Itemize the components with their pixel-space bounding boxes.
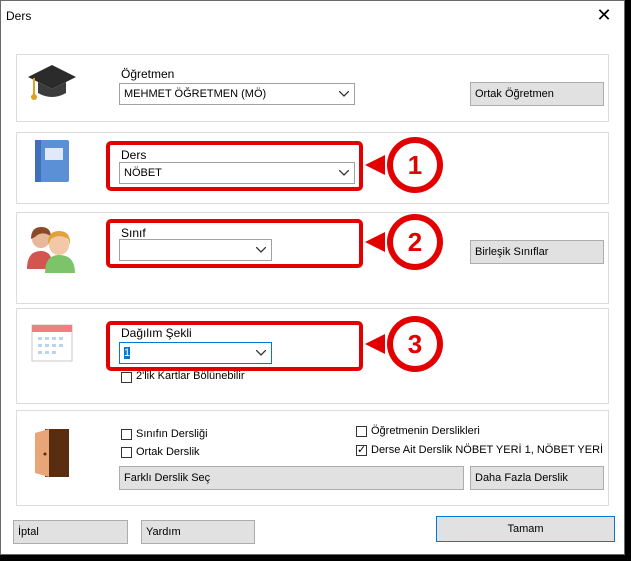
split-cards-checkbox[interactable] [121, 372, 132, 383]
shared-room-checkbox[interactable] [121, 447, 132, 458]
teacher-select-value: MEHMET ÖĞRETMEN (MÖ) [124, 88, 267, 100]
rooms-panel [16, 410, 609, 506]
course-rooms-checkbox[interactable] [356, 443, 367, 456]
choose-other-room-button[interactable]: Farklı Derslik Seç [119, 466, 464, 490]
callout-number-2: 2 [408, 227, 422, 257]
highlight-box-1 [106, 141, 363, 191]
ok-button[interactable]: Tamam [436, 516, 615, 542]
shared-teacher-button[interactable]: Ortak Öğretmen [470, 82, 604, 106]
more-rooms-button[interactable]: Daha Fazla Derslik [470, 466, 604, 490]
class-room-label: Sınıfın Dersliği [136, 428, 208, 440]
help-button[interactable]: Yardım [141, 520, 255, 544]
students-icon [27, 227, 75, 273]
teacher-rooms-checkbox[interactable] [356, 426, 367, 437]
callout-marker-1: 1 [365, 137, 443, 193]
chevron-down-icon [339, 91, 349, 97]
combined-classes-button[interactable]: Birleşik Sınıflar [470, 240, 604, 264]
book-icon [35, 140, 69, 182]
course-rooms-label: Derse Ait Derslik NÖBET YERİ 1, NÖBET YE… [371, 444, 604, 456]
window-title: Ders [6, 9, 32, 23]
shared-room-label: Ortak Derslik [136, 446, 200, 458]
callout-number-3: 3 [408, 329, 422, 359]
calendar-icon [31, 324, 73, 362]
split-cards-label: 2'lik Kartlar Bölünebilir [136, 370, 245, 382]
cancel-button[interactable]: İptal [13, 520, 128, 544]
teacher-select[interactable]: MEHMET ÖĞRETMEN (MÖ) [119, 83, 355, 105]
callout-marker-3: 3 [365, 316, 443, 372]
highlight-box-3 [106, 321, 363, 371]
title-bar: Ders ✕ [1, 1, 624, 31]
graduation-cap-icon [28, 65, 76, 100]
callout-marker-2: 2 [365, 214, 443, 270]
highlight-box-2 [106, 219, 363, 268]
close-icon[interactable]: ✕ [594, 5, 614, 25]
class-room-checkbox[interactable] [121, 429, 132, 440]
door-icon [35, 429, 69, 477]
teacher-label: Öğretmen [121, 67, 175, 81]
dialog-window: Ders ✕ Öğretmen MEHMET ÖĞRETMEN (MÖ) Ort… [0, 0, 625, 555]
teacher-rooms-label: Öğretmenin Derslikleri [371, 425, 480, 437]
callout-number-1: 1 [408, 150, 422, 180]
